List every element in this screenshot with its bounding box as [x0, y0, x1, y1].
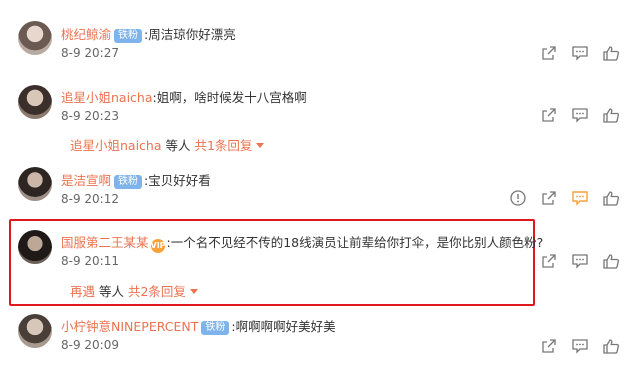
like-icon[interactable]: [602, 252, 620, 270]
avatar[interactable]: [18, 314, 52, 348]
timestamp: 8-9 20:11: [61, 254, 119, 268]
reply-mid-text: 等人: [161, 138, 195, 153]
fan-badge: 铁粉: [114, 29, 143, 43]
vip-icon: VIP: [150, 239, 166, 253]
avatar[interactable]: [18, 21, 52, 55]
username-link[interactable]: 小柠钟意NINEPERCENT: [61, 319, 198, 334]
comment-icon[interactable]: [571, 106, 589, 124]
like-icon[interactable]: [602, 337, 620, 355]
reply-summary[interactable]: 再遇 等人 共2条回复: [70, 281, 198, 300]
fan-badge: 铁粉: [201, 321, 230, 335]
comment-icon[interactable]: [571, 337, 589, 355]
like-icon[interactable]: [602, 189, 620, 207]
reply-summary[interactable]: 追星小姐naicha 等人 共1条回复: [70, 135, 265, 154]
share-icon[interactable]: [540, 337, 558, 355]
comment-icon[interactable]: [571, 252, 589, 270]
comment-line: 小柠钟意NINEPERCENT 铁粉:啊啊啊啊好美好美: [61, 316, 336, 335]
comment-icon-active[interactable]: [571, 189, 589, 207]
comment-line: 追星小姐naicha:姐啊，啥时候发十八宫格啊: [61, 87, 307, 106]
comment-text: :周洁琼你好漂亮: [144, 27, 236, 42]
comment-actions: [540, 337, 620, 355]
comment-line: 国服第二王某某 VIP:一个名不见经不传的18线演员让前辈给你打伞，是你比别人颜色…: [61, 232, 543, 253]
like-icon[interactable]: [602, 44, 620, 62]
replier-name[interactable]: 追星小姐naicha: [70, 138, 162, 153]
avatar[interactable]: [18, 85, 52, 119]
like-icon[interactable]: [602, 106, 620, 124]
timestamp: 8-9 20:27: [61, 46, 119, 60]
avatar[interactable]: [18, 230, 52, 264]
username-link[interactable]: 国服第二王某某: [61, 235, 149, 250]
fan-badge: 铁粉: [114, 175, 143, 189]
username-link[interactable]: 追星小姐naicha: [61, 90, 153, 105]
share-icon[interactable]: [540, 106, 558, 124]
comment-actions: [509, 189, 620, 207]
comment-text: :宝贝好好看: [144, 173, 211, 188]
comment-actions: [540, 252, 620, 270]
username-link[interactable]: 桃纪鲸渝: [61, 27, 111, 42]
comment-actions: [540, 44, 620, 62]
comment-text: :姐啊，啥时候发十八宫格啊: [152, 90, 307, 105]
timestamp: 8-9 20:23: [61, 109, 119, 123]
comment-text: :一个名不见经不传的18线演员让前辈给你打伞，是你比别人颜色粉?: [166, 235, 544, 250]
comment-actions: [540, 106, 620, 124]
share-icon[interactable]: [540, 252, 558, 270]
comment-icon[interactable]: [571, 44, 589, 62]
comment-text: :啊啊啊啊好美好美: [231, 319, 336, 334]
comment-line: 是洁宣啊 铁粉:宝贝好好看: [61, 170, 211, 189]
share-icon[interactable]: [540, 189, 558, 207]
reply-mid-text: 等人: [95, 284, 128, 299]
chevron-down-icon: [189, 289, 198, 294]
timestamp: 8-9 20:09: [61, 338, 119, 352]
timestamp: 8-9 20:12: [61, 192, 119, 206]
reply-count[interactable]: 共1条回复: [194, 138, 252, 153]
avatar[interactable]: [18, 167, 52, 201]
report-icon[interactable]: [509, 189, 527, 207]
comment-line: 桃纪鲸渝 铁粉:周洁琼你好漂亮: [61, 24, 236, 43]
chevron-down-icon: [256, 143, 265, 148]
replier-name[interactable]: 再遇: [70, 284, 95, 299]
reply-count[interactable]: 共2条回复: [128, 284, 186, 299]
share-icon[interactable]: [540, 44, 558, 62]
username-link[interactable]: 是洁宣啊: [61, 173, 111, 188]
